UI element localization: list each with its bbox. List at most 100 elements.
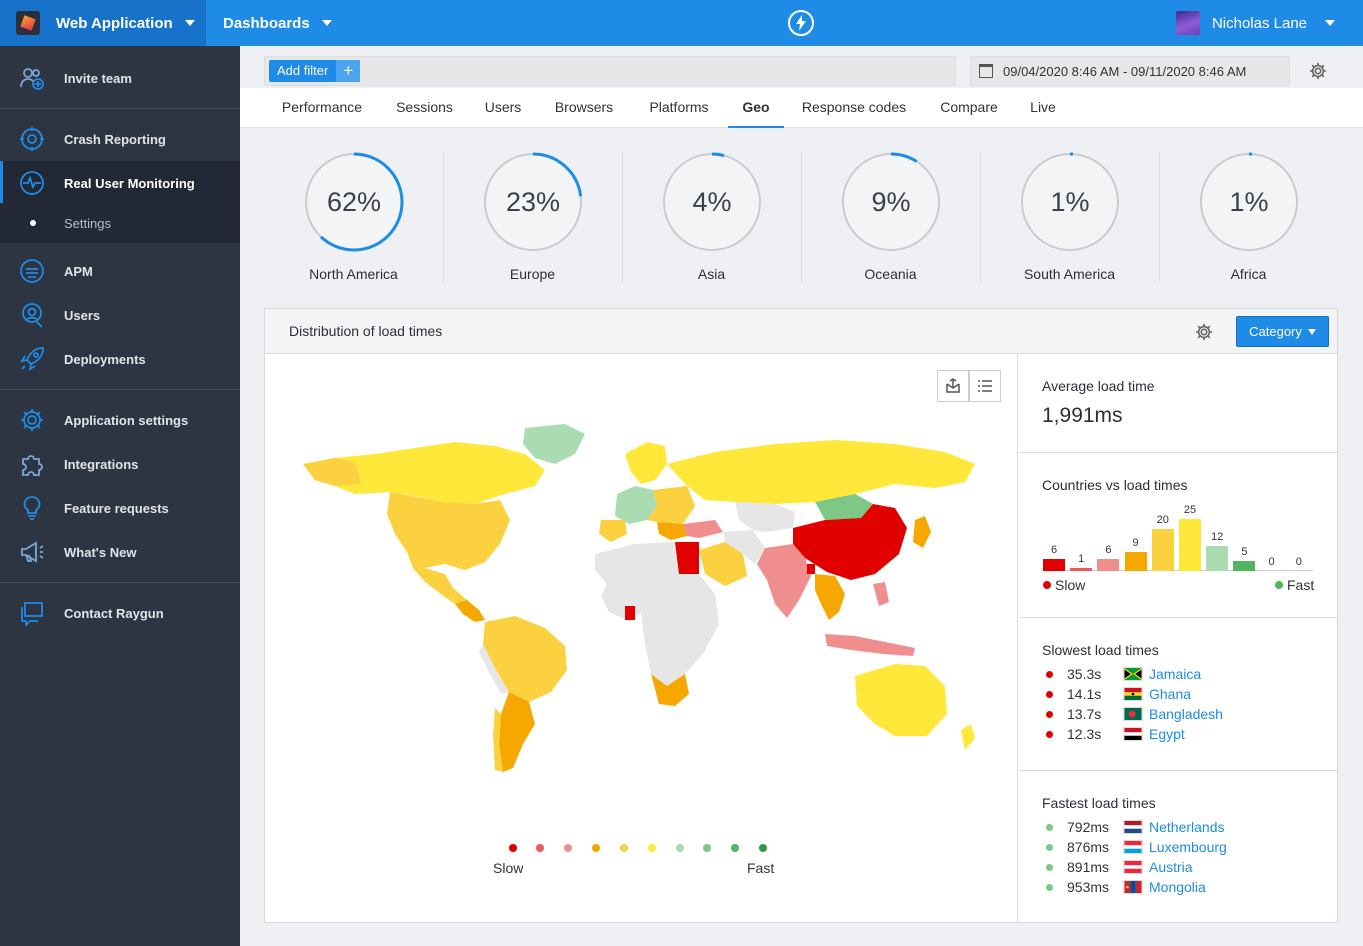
chart-bar — [1043, 558, 1065, 571]
list-item: 13.7s Bangladesh — [1046, 704, 1223, 724]
users-icon — [18, 301, 46, 329]
sidebar-item-integrations[interactable]: Integrations — [0, 442, 240, 486]
sidebar-item-apm[interactable]: APM — [0, 249, 240, 293]
sidebar-item-invite-team[interactable]: Invite team — [0, 56, 240, 100]
sidebar-item-label: Application settings — [64, 412, 189, 428]
dashboards-label: Dashboards — [223, 14, 310, 32]
country-link[interactable]: Ghana — [1149, 686, 1191, 702]
country-link[interactable]: Jamaica — [1149, 666, 1201, 682]
map-region-central-asia — [735, 502, 795, 532]
country-link[interactable]: Luxembourg — [1149, 839, 1227, 855]
world-map[interactable] — [295, 424, 985, 784]
chevron-down-icon — [184, 20, 195, 26]
tab-users[interactable]: Users — [472, 88, 534, 128]
app-switcher[interactable]: Web Application — [0, 0, 206, 46]
app-name: Web Application — [56, 14, 173, 32]
bar-value-label: 0 — [1295, 556, 1302, 568]
legend-dot — [564, 844, 572, 852]
bar-value-label: 12 — [1211, 531, 1224, 544]
chart-bar — [1097, 558, 1120, 571]
sidebar-subitem-settings[interactable]: Settings — [0, 203, 240, 243]
user-menu[interactable]: Nicholas Lane — [1175, 0, 1335, 46]
panel-header: Distribution of load times Category — [265, 309, 1337, 354]
plus-icon: + — [336, 60, 361, 82]
export-map-button[interactable] — [937, 370, 969, 402]
app-logo-icon — [16, 11, 40, 35]
country-link[interactable]: Mongolia — [1149, 879, 1206, 895]
category-dropdown-button[interactable]: Category — [1236, 316, 1329, 347]
chevron-down-icon — [321, 20, 332, 26]
category-label: Category — [1249, 324, 1302, 339]
map-region-bangladesh — [807, 564, 815, 574]
world-map-area: Slow Fast — [265, 354, 1018, 922]
legend-fast-label: Fast — [747, 860, 775, 876]
sidebar-item-whats-new[interactable]: What's New — [0, 530, 240, 574]
gear-icon[interactable] — [1195, 323, 1213, 344]
divider — [0, 108, 240, 109]
settings-gear-icon[interactable] — [1309, 62, 1327, 83]
map-region-russia — [667, 440, 975, 504]
region-card[interactable]: 9% Oceania — [801, 146, 980, 294]
map-toolbar — [937, 370, 1001, 402]
sidebar-item-deployments[interactable]: Deployments — [0, 337, 240, 381]
tab-performance[interactable]: Performance — [266, 88, 378, 128]
map-region-argentina — [499, 692, 535, 772]
status-dot-icon — [1046, 730, 1053, 738]
countries-bar-chart: 6 1 6 9 20 25 12 5 0 0 — [1043, 501, 1313, 571]
load-time: 12.3s — [1067, 726, 1102, 742]
map-region-turkey — [683, 520, 723, 538]
region-name: Asia — [697, 266, 726, 282]
add-filter-button[interactable]: Add filter + — [269, 60, 361, 82]
list-item: 14.1s Ghana — [1046, 684, 1191, 704]
list-view-button[interactable] — [969, 370, 1001, 402]
sidebar-item-real-user-monitoring[interactable]: Real User Monitoring — [0, 161, 240, 205]
load-time: 35.3s — [1067, 666, 1102, 682]
country-link[interactable]: Netherlands — [1149, 819, 1225, 835]
tab-platforms[interactable]: Platforms — [636, 88, 722, 128]
sidebar-item-contact-raygun[interactable]: Contact Raygun — [0, 591, 240, 635]
region-card[interactable]: 1% South America — [980, 146, 1159, 294]
date-range-value: 09/04/2020 8:46 AM - 09/11/2020 8:46 AM — [1003, 63, 1247, 79]
sidebar-item-crash-reporting[interactable]: Crash Reporting — [0, 117, 240, 161]
divider — [0, 582, 240, 583]
tab-live[interactable]: Live — [1022, 88, 1064, 128]
avatar — [1175, 11, 1200, 35]
region-card[interactable]: 1% Africa — [1159, 146, 1338, 294]
tab-response-codes[interactable]: Response codes — [792, 88, 916, 128]
map-region-new-zealand — [961, 724, 975, 750]
country-link[interactable]: Egypt — [1149, 726, 1185, 742]
status-dot-icon — [1046, 670, 1053, 678]
fast-label: Fast — [1287, 577, 1315, 593]
chart-bar — [1233, 560, 1256, 571]
sidebar-item-label: Real User Monitoring — [64, 175, 195, 191]
region-card[interactable]: 23% Europe — [443, 146, 622, 294]
fast-dot-icon — [1275, 581, 1283, 589]
list-item: 891ms Austria — [1046, 857, 1193, 877]
map-region-alaska — [303, 458, 361, 486]
map-region-south-america-north — [483, 616, 567, 702]
date-range-picker[interactable]: 09/04/2020 8:46 AM - 09/11/2020 8:46 AM — [970, 56, 1290, 86]
tab-browsers[interactable]: Browsers — [542, 88, 626, 128]
section-title: Slowest load times — [1042, 642, 1159, 658]
sidebar-item-users[interactable]: Users — [0, 293, 240, 337]
filter-bar[interactable]: Add filter + — [264, 56, 956, 86]
tab-compare[interactable]: Compare — [930, 88, 1008, 128]
tab-sessions[interactable]: Sessions — [386, 88, 463, 128]
region-card[interactable]: 62% North America — [264, 146, 443, 294]
region-card[interactable]: 4% Asia — [622, 146, 801, 294]
sidebar-item-label: Invite team — [64, 70, 132, 86]
load-times-panel: Distribution of load times Category Slow… — [264, 308, 1338, 923]
country-link[interactable]: Austria — [1149, 859, 1193, 875]
tab-bar: Performance Sessions Users Browsers Plat… — [240, 88, 1363, 128]
map-region-balkans — [657, 522, 687, 540]
sidebar-item-feature-requests[interactable]: Feature requests — [0, 486, 240, 530]
chevron-down-icon — [1307, 328, 1316, 335]
tab-geo[interactable]: Geo — [728, 88, 784, 128]
country-link[interactable]: Bangladesh — [1149, 706, 1223, 722]
dashboards-dropdown[interactable]: Dashboards — [223, 0, 332, 46]
region-summary: 62% North America 23% Europe 4% Asia 9% … — [264, 146, 1338, 294]
lightning-icon[interactable] — [788, 10, 814, 36]
sidebar-item-application-settings[interactable]: Application settings — [0, 398, 240, 442]
map-region-central-africa — [635, 574, 719, 686]
apm-icon — [18, 257, 46, 285]
